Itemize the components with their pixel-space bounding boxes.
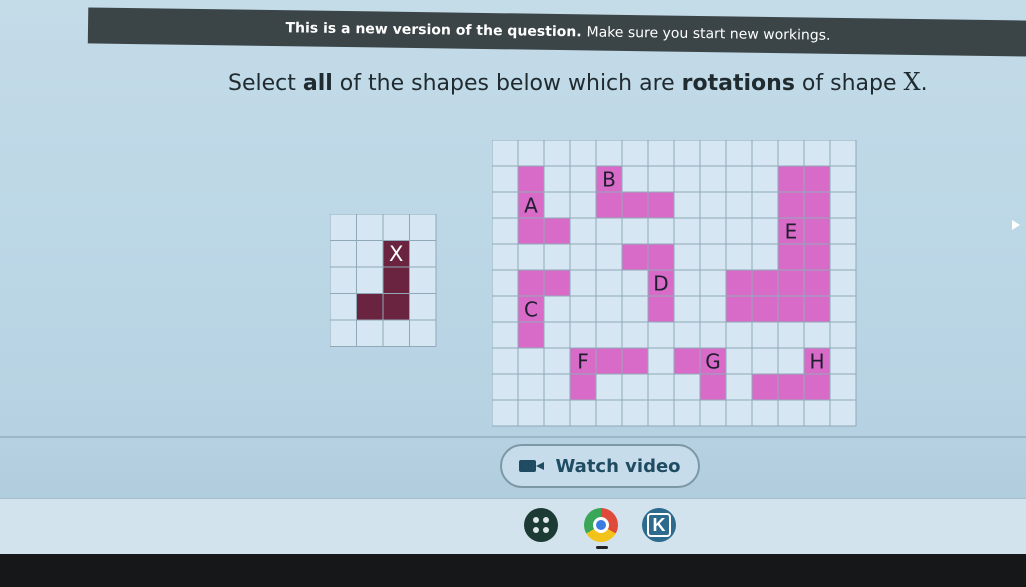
shape-label-b: B: [602, 167, 616, 191]
shape-cell[interactable]: [518, 322, 544, 348]
shape-cell[interactable]: [648, 244, 674, 270]
shape-cell[interactable]: [778, 296, 804, 322]
question-prefix: Select: [228, 71, 303, 96]
shape-cell[interactable]: [804, 166, 830, 192]
shape-label-x: X: [389, 242, 403, 266]
shape-cell[interactable]: [518, 166, 544, 192]
shape-label-h: H: [809, 349, 824, 373]
shape-cell[interactable]: [544, 270, 570, 296]
shape-cell[interactable]: [778, 374, 804, 400]
mouse-cursor-icon: [1012, 220, 1020, 230]
shape-cell[interactable]: [752, 374, 778, 400]
shape-cell: [383, 293, 410, 320]
shape-cell[interactable]: [518, 270, 544, 296]
shape-cell[interactable]: [622, 244, 648, 270]
taskbar: [0, 554, 1026, 587]
shape-cell[interactable]: [804, 218, 830, 244]
question-rotations-word: rotations: [681, 71, 795, 96]
shape-cell[interactable]: [804, 244, 830, 270]
shape-cell[interactable]: [648, 192, 674, 218]
shape-cell[interactable]: [778, 192, 804, 218]
new-version-banner: This is a new version of the question. M…: [87, 7, 1026, 57]
shelf: [0, 498, 1026, 555]
shape-cell[interactable]: [700, 374, 726, 400]
watch-video-button[interactable]: Watch video: [500, 444, 700, 488]
shape-cell[interactable]: [778, 166, 804, 192]
shape-cell[interactable]: [622, 192, 648, 218]
question-middle: of the shapes below which are: [332, 71, 682, 96]
shape-cell[interactable]: [596, 348, 622, 374]
shape-cell[interactable]: [804, 192, 830, 218]
question-suffix: of shape: [794, 71, 904, 96]
options-grid: A B C D E F G H: [492, 140, 857, 427]
shape-cell[interactable]: [726, 270, 752, 296]
shape-cell[interactable]: [752, 270, 778, 296]
shape-label-d: D: [653, 271, 668, 295]
shape-label-f: F: [577, 349, 589, 373]
active-app-indicator: [596, 546, 608, 549]
shape-label-e: E: [785, 219, 798, 243]
chrome-icon[interactable]: [584, 508, 618, 542]
shape-cell[interactable]: [544, 218, 570, 244]
question-period: .: [920, 71, 928, 96]
divider-line: [0, 436, 1026, 438]
banner-bold-text: This is a new version of the question.: [285, 20, 582, 41]
shape-cell[interactable]: [648, 296, 674, 322]
shape-cell[interactable]: [778, 270, 804, 296]
watch-video-label: Watch video: [555, 455, 681, 477]
question-shape-x: X: [903, 68, 921, 96]
shape-label-c: C: [524, 297, 538, 321]
reference-grid: X: [330, 214, 437, 347]
shape-cell[interactable]: [674, 348, 700, 374]
shape-cell[interactable]: [804, 374, 830, 400]
banner-rest-text: Make sure you start new workings.: [586, 24, 831, 44]
shape-cell[interactable]: [518, 218, 544, 244]
shape-cell[interactable]: [804, 296, 830, 322]
video-camera-icon: [519, 459, 545, 473]
shape-cell: [356, 293, 383, 320]
shape-cell[interactable]: [570, 374, 596, 400]
shape-label-g: G: [705, 349, 721, 373]
shape-cell[interactable]: [778, 244, 804, 270]
shape-cell: [383, 267, 410, 294]
k-app-icon[interactable]: K: [642, 508, 676, 542]
shape-cell[interactable]: [726, 296, 752, 322]
shape-label-a: A: [524, 193, 538, 217]
shape-cell[interactable]: [596, 192, 622, 218]
k-app-letter: K: [647, 513, 671, 537]
question-text: Select all of the shapes below which are…: [228, 68, 928, 96]
launcher-icon[interactable]: [524, 508, 558, 542]
shape-cell[interactable]: [752, 296, 778, 322]
shape-cell[interactable]: [804, 270, 830, 296]
shape-cell[interactable]: [622, 348, 648, 374]
question-all-word: all: [302, 71, 333, 96]
